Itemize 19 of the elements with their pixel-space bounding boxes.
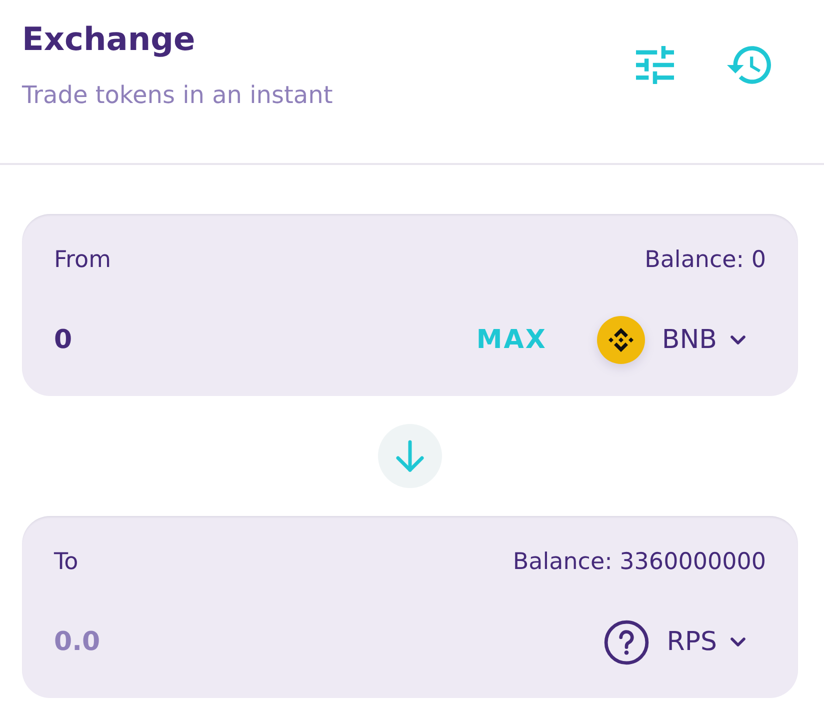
page-title: Exchange xyxy=(22,19,196,59)
page-subtitle: Trade tokens in an instant xyxy=(22,80,333,110)
panel-label: From xyxy=(54,246,111,274)
balance-text: Balance: 3360000000 xyxy=(512,548,766,576)
sliders-icon xyxy=(636,46,674,84)
question-mark-icon xyxy=(604,620,649,664)
amount-field[interactable]: 0 xyxy=(54,316,476,364)
history-icon xyxy=(727,46,771,84)
amount-field[interactable]: 0.0 xyxy=(54,618,604,666)
chevron-down-icon xyxy=(730,637,746,647)
history-button[interactable] xyxy=(727,46,771,84)
token-select-button[interactable]: RPS xyxy=(604,618,746,666)
arrow-down-icon xyxy=(395,440,425,472)
panel-label: To xyxy=(54,548,78,576)
chevron-down-icon xyxy=(730,335,746,345)
token-select-button[interactable]: BNB xyxy=(596,316,746,364)
coin-icon xyxy=(596,316,645,364)
balance-text: Balance: 0 xyxy=(644,246,766,274)
settings-button[interactable] xyxy=(636,46,674,84)
